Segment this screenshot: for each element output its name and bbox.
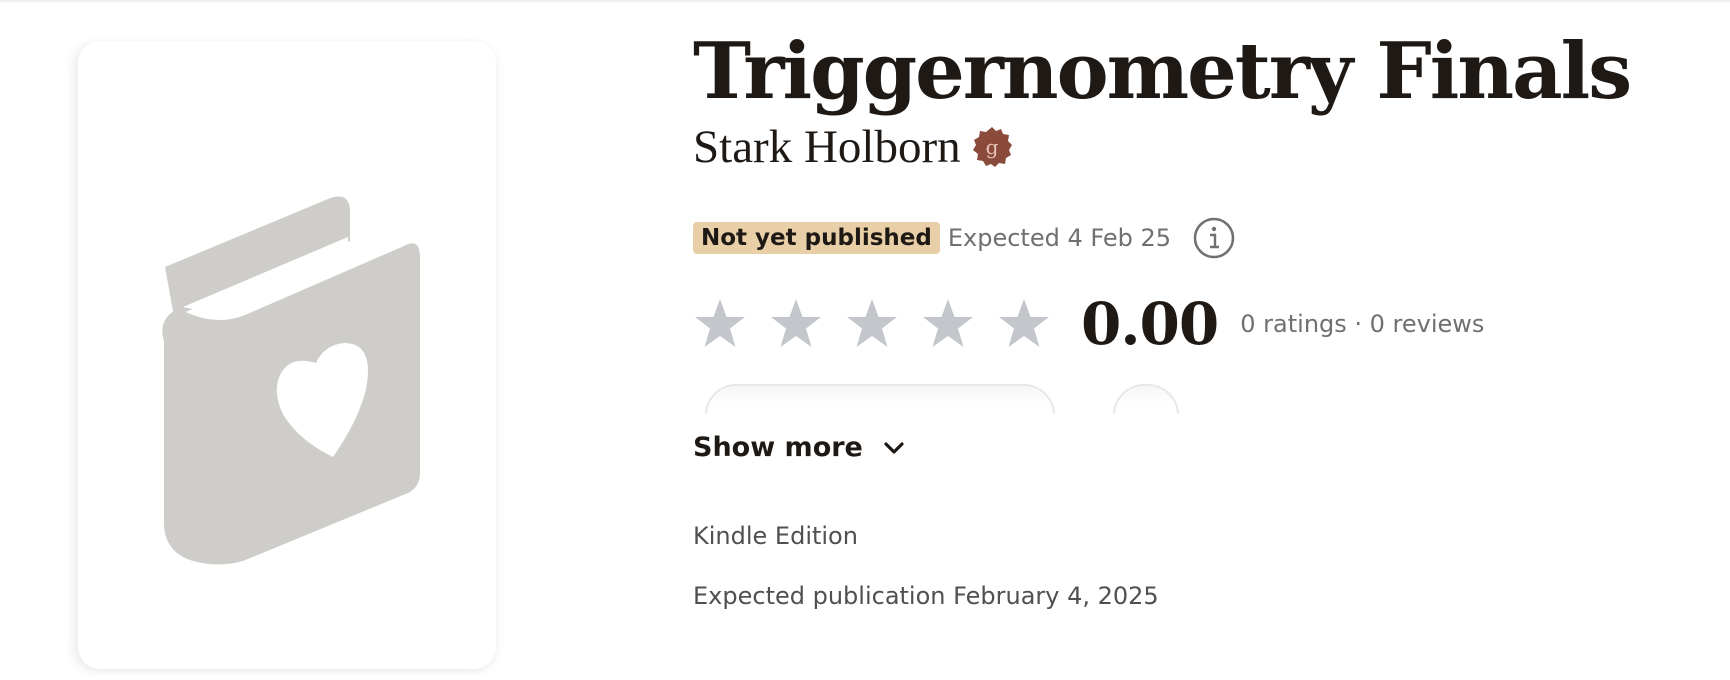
show-more-button[interactable]: Show more <box>693 432 907 463</box>
rating-stars[interactable] <box>693 297 1081 351</box>
expected-date-short: Expected 4 Feb 25 <box>947 224 1172 252</box>
star-icon[interactable] <box>693 297 747 351</box>
show-more-label: Show more <box>693 432 863 463</box>
rating-row: 0.00 0 ratings · 0 reviews <box>693 290 1484 358</box>
chevron-down-icon <box>884 441 904 454</box>
star-icon[interactable] <box>769 297 823 351</box>
publication-status-row: Not yet published Expected 4 Feb 25 <box>693 217 1235 259</box>
expected-publication: Expected publication February 4, 2025 <box>693 582 1159 610</box>
book-title: Triggernometry Finals <box>693 26 1632 117</box>
book-format: Kindle Edition <box>693 522 858 550</box>
book-heart-icon <box>162 196 420 565</box>
average-rating: 0.00 <box>1081 290 1219 358</box>
svg-text:g: g <box>985 135 998 159</box>
status-badge: Not yet published <box>693 222 940 254</box>
star-icon[interactable] <box>845 297 899 351</box>
rating-counts[interactable]: 0 ratings · 0 reviews <box>1240 310 1484 338</box>
star-icon[interactable] <box>997 297 1051 351</box>
info-icon[interactable] <box>1193 217 1235 259</box>
top-divider <box>0 0 1730 2</box>
goodreads-author-badge-icon: g <box>972 127 1012 167</box>
book-cover-placeholder[interactable] <box>78 41 496 669</box>
faded-action-button <box>1113 384 1179 414</box>
star-icon[interactable] <box>921 297 975 351</box>
author-link[interactable]: Stark Holborn <box>693 120 961 174</box>
faded-action-button <box>705 384 1055 414</box>
author-row: Stark Holborn g <box>693 120 1013 174</box>
